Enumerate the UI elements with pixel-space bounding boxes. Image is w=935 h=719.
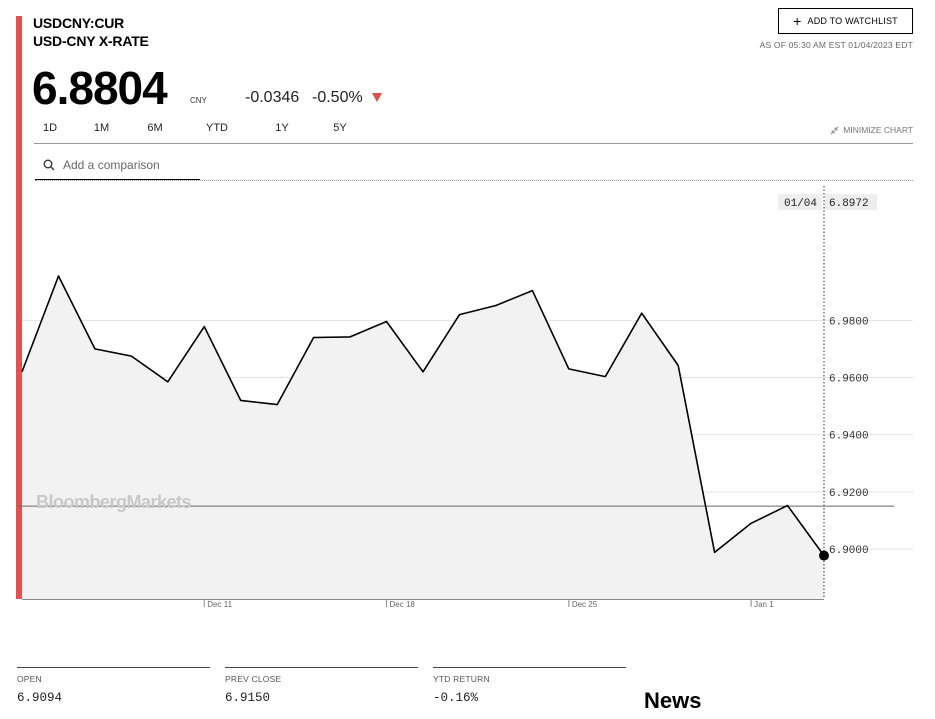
x-axis-ticks: Dec 11 Dec 18 Dec 25 Jan 1 — [203, 599, 774, 609]
stat-prev-close-label: PREV CLOSE — [225, 674, 282, 684]
x-tick-label: Dec 25 — [572, 600, 598, 609]
y-axis-ticks: 6.9000 6.9200 6.9400 6.9600 6.9800 — [829, 316, 869, 557]
stat-prev-close-value: 6.9150 — [225, 691, 271, 705]
x-tick-label: Dec 18 — [390, 600, 416, 609]
stat-open: OPEN 6.9094 — [17, 667, 210, 705]
x-tick-label: Dec 11 — [207, 600, 232, 609]
crosshair-value: 6.8972 — [829, 198, 869, 210]
y-tick-label: 6.9400 — [829, 431, 869, 443]
y-tick-label: 6.9200 — [829, 488, 869, 500]
stat-ytd-return-label: YTD RETURN — [433, 674, 490, 684]
price-chart[interactable]: Dec 11 Dec 18 Dec 25 Jan 1 6.9000 6.9200 6.94… — [0, 0, 935, 640]
y-tick-label: 6.9000 — [829, 545, 869, 557]
price-area-fill — [22, 276, 824, 599]
latest-price-dot — [819, 550, 829, 561]
bloomberg-watermark: BloombergMarkets — [36, 492, 192, 512]
stat-ytd-return: YTD RETURN -0.16% — [433, 667, 626, 705]
crosshair-date: 01/04 — [784, 198, 817, 210]
y-tick-label: 6.9600 — [829, 373, 869, 385]
y-tick-label: 6.9800 — [829, 316, 869, 328]
stat-ytd-return-value: -0.16% — [433, 691, 479, 705]
news-heading: News — [644, 688, 702, 713]
stat-prev-close: PREV CLOSE 6.9150 — [225, 667, 418, 705]
x-tick-label: Jan 1 — [754, 600, 774, 609]
stat-open-label: OPEN — [17, 674, 42, 684]
stat-open-value: 6.9094 — [17, 691, 63, 705]
